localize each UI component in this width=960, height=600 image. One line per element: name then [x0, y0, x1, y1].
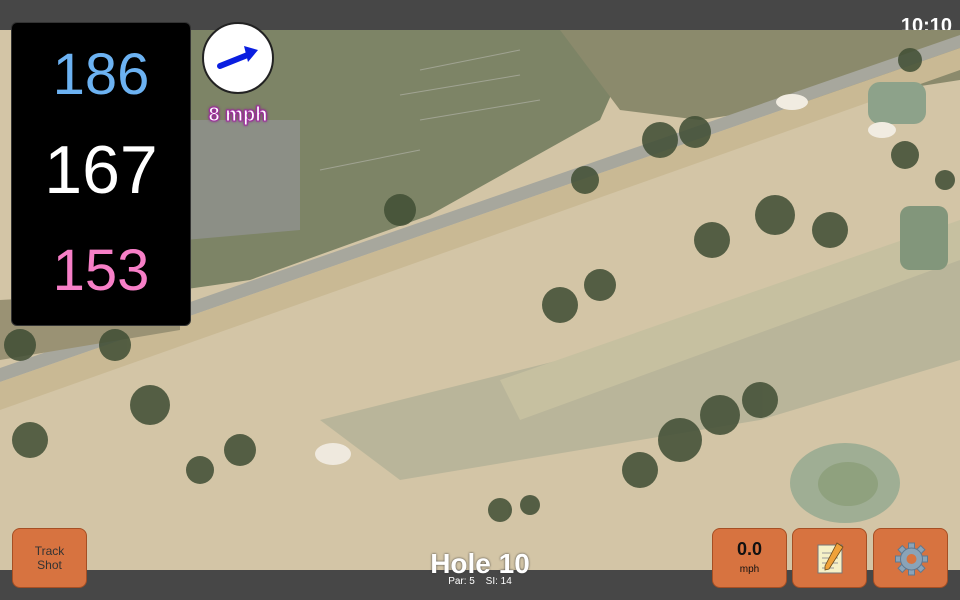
center-distance: 167: [44, 132, 158, 208]
stroke-index-label: SI: 14: [485, 576, 512, 587]
speed-unit: mph: [739, 564, 760, 575]
speed-button[interactable]: 0.0 mph: [712, 528, 787, 588]
notepad-icon: [817, 542, 844, 574]
distance-panel: 186 167 153: [11, 22, 191, 326]
track-shot-label-line2: Shot: [37, 558, 62, 572]
par-label: Par: 5: [448, 576, 475, 587]
notes-button[interactable]: [792, 528, 867, 588]
wind-direction-arrow-icon: [217, 46, 258, 69]
back-distance: 186: [52, 42, 150, 107]
front-distance: 153: [52, 238, 150, 303]
track-shot-label-line1: Track: [34, 544, 65, 558]
gear-icon: [895, 542, 928, 576]
settings-button[interactable]: [873, 528, 948, 588]
hole-info: Par: 5 SI: 14: [380, 576, 580, 587]
track-shot-button[interactable]: Track Shot: [12, 528, 87, 588]
wind-indicator: [202, 22, 274, 94]
speed-value: 0.0: [736, 539, 763, 559]
wind-speed-label: 8 mph: [208, 104, 268, 127]
